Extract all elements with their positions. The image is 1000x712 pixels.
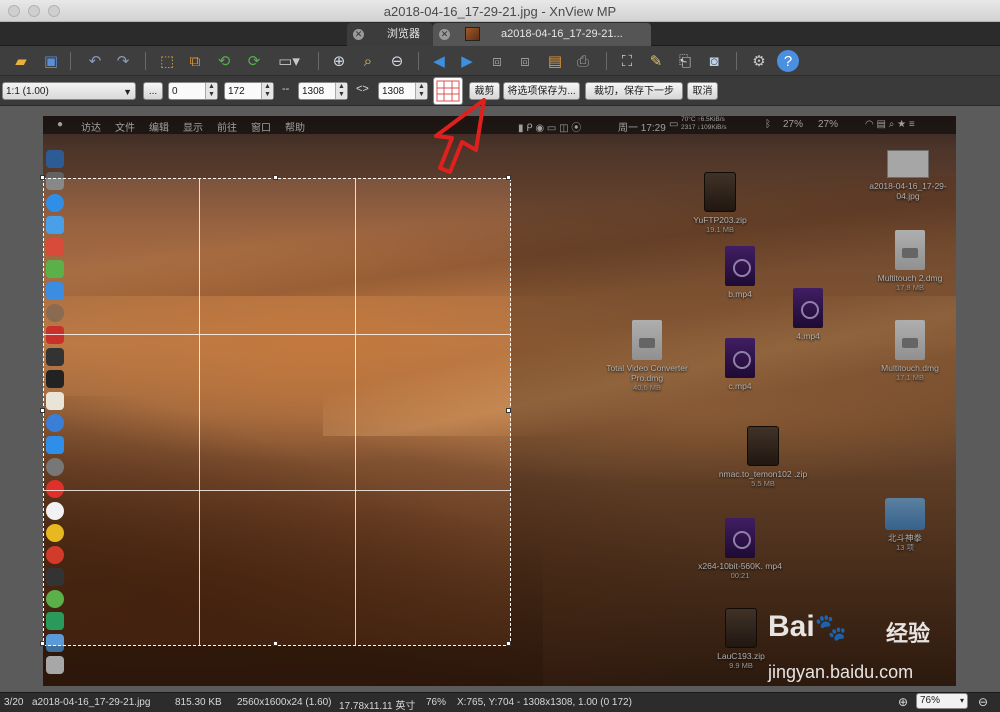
watermark-chinese: 经验 (886, 621, 931, 646)
stepper-icon[interactable]: ▲ ▼ (261, 83, 273, 99)
status-filesize: 815.30 KB (175, 697, 222, 708)
crop-selection[interactable] (40, 175, 511, 646)
annotation-arrow-icon (434, 98, 486, 174)
crop-handle-left[interactable] (40, 408, 45, 413)
zoom-out-icon[interactable]: ⊖ (386, 50, 408, 72)
last-icon[interactable]: ⧈ (514, 50, 536, 72)
toolbar-divider (145, 52, 146, 70)
status-print-size: 17.78x11.11 英寸 (339, 701, 416, 712)
rotate-left-icon[interactable]: ⟲ (213, 50, 235, 72)
crop-width-field[interactable]: 1308 ▲ ▼ (298, 82, 348, 100)
window-title: a2018-04-16_17-29-21.jpg - XnView MP (383, 4, 617, 19)
aspect-ratio-value: 1:1 (1.00) (6, 86, 49, 97)
toolbar-divider (606, 52, 607, 70)
help-icon[interactable]: ? (777, 50, 799, 72)
close-tab-icon[interactable]: ✕ (439, 29, 450, 40)
crop-options-bar: 1:1 (1.00) ▼ ... 0 ▲ ▼ 172 ▲ ▼ -- 1308 ▲ ▼ … (0, 76, 1000, 106)
xnview-window: a2018-04-16_17-29-21.jpg - XnView MP ✕ 浏… (0, 0, 1000, 712)
zoom-select[interactable]: 76% ▾ (916, 693, 968, 709)
title-bar: a2018-04-16_17-29-21.jpg - XnView MP (0, 0, 1000, 22)
status-bar: 3/20 a2018-04-16_17-29-21.jpg 815.30 KB … (0, 692, 1000, 712)
save-icon[interactable]: ▣ (40, 50, 62, 72)
crop-handle-bottom-right[interactable] (506, 641, 511, 646)
crop-handle-top-left[interactable] (40, 175, 45, 180)
cancel-button[interactable]: 取消 (687, 82, 718, 100)
zoom-fit-icon[interactable]: ⌕ (357, 50, 379, 72)
field-separator: -- (282, 83, 290, 95)
crop-grid-line (355, 179, 356, 645)
settings-icon[interactable]: ⚙ (748, 50, 770, 72)
aspect-ratio-select[interactable]: 1:1 (1.00) ▼ (2, 82, 136, 100)
status-filename: a2018-04-16_17-29-21.jpg (32, 697, 151, 708)
chevron-down-icon: ▾ (959, 696, 964, 705)
more-options-button[interactable]: ... (143, 82, 163, 100)
watermark-brand: Bai🐾 (768, 610, 848, 643)
crop-handle-bottom-left[interactable] (40, 641, 45, 646)
paint-icon[interactable]: ✎ (645, 50, 667, 72)
chevron-down-icon: ▼ (123, 87, 132, 97)
crop-handle-bottom[interactable] (273, 641, 278, 646)
toolbar-divider (418, 52, 419, 70)
zoom-in-icon[interactable]: ⊕ (328, 50, 350, 72)
crop-handle-top[interactable] (273, 175, 278, 180)
crop-grid-line (199, 179, 200, 645)
crop-x-field[interactable]: 0 ▲ ▼ (168, 82, 218, 100)
prev-icon[interactable]: ◀ (428, 50, 450, 72)
first-icon[interactable]: ⧈ (486, 50, 508, 72)
zoom-select-value: 76% (920, 695, 941, 706)
crop-y-field[interactable]: 172 ▲ ▼ (224, 82, 274, 100)
scanner-icon[interactable]: ⎗ (674, 50, 696, 72)
open-folder-icon[interactable]: ▰ (10, 50, 32, 72)
stepper-icon[interactable]: ▲ ▼ (335, 83, 347, 99)
status-dimensions: 2560x1600x24 (1.60) (237, 697, 332, 708)
adjust-icon[interactable]: ▭▾ (272, 50, 306, 72)
image-index: 3/20 (4, 697, 24, 708)
crop-height-field[interactable]: 1308 ▲ ▼ (378, 82, 428, 100)
stepper-icon[interactable]: ▲ ▼ (205, 83, 217, 99)
tab-bar: ✕ 浏览器 ✕ a2018-04-16_17-29-21... (0, 22, 1000, 46)
tab-label: 浏览器 (387, 28, 420, 40)
tab-image[interactable]: ✕ a2018-04-16_17-29-21... (433, 23, 651, 46)
baidu-watermark: Bai🐾 经验 jingyan.baidu.com (768, 606, 948, 690)
save-options-as-button[interactable]: 将选项保存为... (503, 82, 580, 100)
crop-grid-line (44, 490, 510, 491)
zoom-in-icon[interactable]: ⊕ (898, 695, 908, 709)
crop-outside-shade (511, 116, 956, 686)
redo-icon[interactable]: ↷ (112, 50, 134, 72)
toolbar-divider (318, 52, 319, 70)
fullscreen-icon[interactable]: ⛶ (616, 50, 638, 72)
watermark-url: jingyan.baidu.com (768, 662, 914, 682)
print-icon[interactable]: ⎙ (572, 50, 594, 72)
next-icon[interactable]: ▶ (456, 50, 478, 72)
tab-thumbnail-icon (465, 27, 480, 41)
slideshow-icon[interactable]: ▤ (544, 50, 566, 72)
crop-height-value: 1308 (382, 86, 405, 97)
field-separator: <> (356, 83, 369, 95)
crop-handle-top-right[interactable] (506, 175, 511, 180)
tab-label: a2018-04-16_17-29-21... (501, 28, 623, 40)
crop-x-value: 0 (172, 86, 178, 97)
camera-icon[interactable]: ◙ (703, 50, 725, 72)
crop-outside-shade (43, 646, 511, 686)
close-tab-icon[interactable]: ✕ (353, 29, 364, 40)
crop-tool-icon[interactable]: ⬚ (156, 50, 178, 72)
crop-grid-line (44, 334, 510, 335)
paw-icon: 🐾 (814, 612, 848, 642)
status-coordinates: X:765, Y:704 - 1308x1308, 1.00 (0 172) (457, 697, 632, 708)
toolbar-divider (70, 52, 71, 70)
status-zoom: 76% (426, 697, 447, 708)
rotate-right-icon[interactable]: ⟳ (243, 50, 265, 72)
tab-browser[interactable]: ✕ 浏览器 (347, 23, 433, 46)
resize-icon[interactable]: ⧉ (184, 50, 206, 72)
undo-icon[interactable]: ↶ (84, 50, 106, 72)
toolbar-divider (736, 52, 737, 70)
main-toolbar: ▰ ▣ ↶ ↷ ⬚ ⧉ ⟲ ⟳ ▭▾ ⊕ ⌕ ⊖ ◀ ▶ ⧈ ⧈ ▤ ⎙ ⛶ ✎… (0, 46, 1000, 76)
zoom-out-icon[interactable]: ⊖ (978, 695, 988, 709)
crop-handle-right[interactable] (506, 408, 511, 413)
crop-y-value: 172 (228, 86, 245, 97)
crop-save-next-button[interactable]: 裁切，保存下一步 (585, 82, 683, 100)
crop-width-value: 1308 (302, 86, 325, 97)
